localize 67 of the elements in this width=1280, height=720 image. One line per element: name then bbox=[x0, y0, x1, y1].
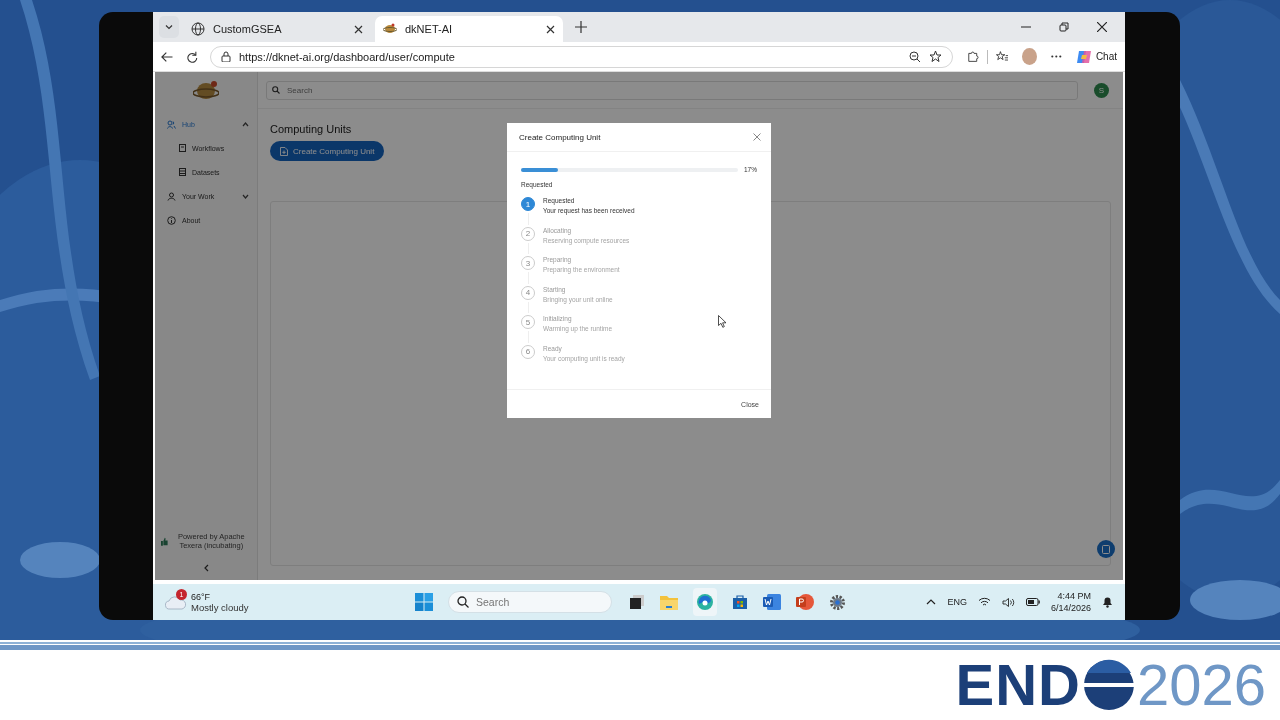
favorites-icon[interactable] bbox=[995, 50, 1009, 63]
cursor-icon bbox=[718, 315, 727, 328]
star-icon[interactable] bbox=[929, 50, 943, 63]
globe-icon bbox=[191, 22, 205, 36]
collapse-icon[interactable] bbox=[203, 564, 209, 572]
clock[interactable]: 4:44 PM 6/14/2026 bbox=[1050, 590, 1091, 614]
logo-icon bbox=[383, 22, 397, 36]
puzzle-icon[interactable] bbox=[967, 50, 979, 63]
close-icon[interactable] bbox=[1097, 22, 1107, 32]
lock-icon bbox=[221, 51, 231, 62]
list-icon bbox=[179, 168, 186, 176]
info-icon bbox=[167, 215, 176, 225]
browser-tab[interactable]: CustomGSEA bbox=[183, 16, 371, 42]
page-title: Computing Units bbox=[270, 123, 352, 135]
new-tab-icon[interactable] bbox=[575, 21, 587, 33]
close-icon[interactable] bbox=[546, 24, 555, 34]
logo-year: 2026 bbox=[1136, 656, 1266, 714]
volume-icon[interactable] bbox=[1001, 596, 1015, 608]
logo-icon bbox=[193, 80, 219, 102]
people-icon bbox=[167, 119, 176, 129]
wifi-icon[interactable] bbox=[977, 597, 991, 607]
globe-logo-icon bbox=[1082, 659, 1135, 711]
windows-start-icon[interactable] bbox=[415, 593, 433, 611]
close-icon[interactable] bbox=[354, 24, 363, 34]
document-icon bbox=[1102, 544, 1110, 554]
browser-tab[interactable]: dkNET-AI bbox=[375, 16, 563, 42]
temperature-text: 66°F bbox=[191, 591, 212, 602]
taskbar-search-field[interactable]: Search bbox=[448, 591, 612, 613]
copilot-icon bbox=[1075, 48, 1092, 65]
back-icon[interactable] bbox=[161, 50, 174, 63]
settings-icon[interactable] bbox=[829, 593, 846, 611]
dialog-title: Create Computing Unit bbox=[519, 132, 601, 142]
task-view-icon[interactable] bbox=[629, 594, 645, 610]
battery-icon[interactable] bbox=[1025, 598, 1040, 606]
person-icon bbox=[167, 191, 176, 201]
browser-taskbar-icon[interactable] bbox=[693, 588, 717, 616]
presentation-app-icon[interactable] bbox=[796, 593, 814, 611]
document-app-icon[interactable] bbox=[763, 594, 781, 610]
search-icon bbox=[457, 596, 469, 608]
zoom-out-icon[interactable] bbox=[909, 50, 922, 63]
chevron-down-icon bbox=[164, 22, 174, 32]
floating-button[interactable] bbox=[1097, 540, 1115, 558]
restore-icon[interactable] bbox=[1059, 22, 1069, 32]
thumbs-up-icon bbox=[161, 536, 168, 546]
cloud-icon bbox=[165, 594, 187, 610]
bell-icon[interactable] bbox=[1102, 596, 1113, 608]
search-icon bbox=[272, 86, 280, 94]
add-file-icon bbox=[280, 146, 288, 156]
logo-text: END bbox=[955, 656, 1081, 714]
chat-button[interactable]: Chat bbox=[1075, 48, 1117, 65]
chevron-icon[interactable] bbox=[242, 193, 249, 199]
chevron-up-icon[interactable] bbox=[926, 599, 937, 605]
search-field[interactable]: Search bbox=[266, 80, 1078, 100]
folder-icon[interactable] bbox=[660, 594, 678, 610]
language-indicator[interactable]: ENG bbox=[947, 597, 967, 607]
weather-text: Mostly cloudy bbox=[191, 601, 249, 613]
url-text: https://dknet-ai.org/dashboard/user/compute bbox=[239, 50, 455, 63]
chevron-icon[interactable] bbox=[242, 121, 249, 127]
step-number: 1 bbox=[521, 197, 535, 211]
refresh-icon[interactable] bbox=[187, 50, 198, 63]
more-icon[interactable] bbox=[1051, 55, 1062, 58]
tab-title: dkNET-AI bbox=[405, 23, 454, 35]
tab-list-button[interactable] bbox=[159, 16, 179, 38]
store-icon[interactable] bbox=[732, 594, 748, 610]
tab-title: CustomGSEA bbox=[213, 23, 283, 35]
create-button[interactable]: Create Computing Unit bbox=[270, 141, 385, 161]
document-icon bbox=[179, 144, 186, 152]
